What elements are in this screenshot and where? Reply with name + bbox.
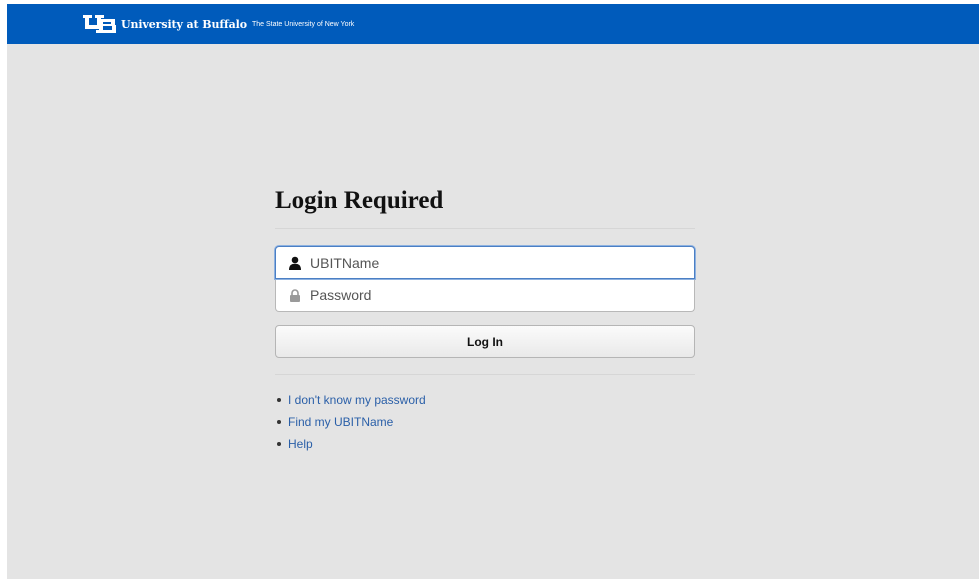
bullet-icon [277,398,281,402]
help-links-list: I don't know my password Find my UBITNam… [275,389,695,455]
user-icon [288,256,302,270]
top-header-bar: University at Buffalo The State Universi… [7,4,979,44]
password-input[interactable] [310,281,670,309]
credentials-group [275,246,695,312]
brand-logo-link[interactable]: University at Buffalo The State Universi… [83,15,354,33]
bullet-icon [277,442,281,446]
login-panel: Login Required UBITName Log In I don't k… [275,184,695,455]
password-field[interactable] [275,279,695,312]
links-divider [275,374,695,375]
bullet-icon [277,420,281,424]
list-item: Find my UBITName [275,411,695,433]
list-item: Help [275,433,695,455]
ub-logo-icon [83,15,116,33]
help-link[interactable]: Help [288,433,313,455]
brand-name: University at Buffalo [121,17,247,31]
lock-icon [288,288,302,302]
page-title: Login Required [275,187,444,214]
forgot-password-link[interactable]: I don't know my password [288,389,426,411]
page-frame: University at Buffalo The State Universi… [7,4,979,579]
title-divider [275,228,695,229]
list-item: I don't know my password [275,389,695,411]
login-button[interactable]: Log In [275,325,695,358]
find-ubitname-link[interactable]: Find my UBITName [288,411,393,433]
brand-subtitle: The State University of New York [251,20,355,28]
username-field[interactable] [275,246,695,279]
username-input[interactable] [310,248,670,277]
